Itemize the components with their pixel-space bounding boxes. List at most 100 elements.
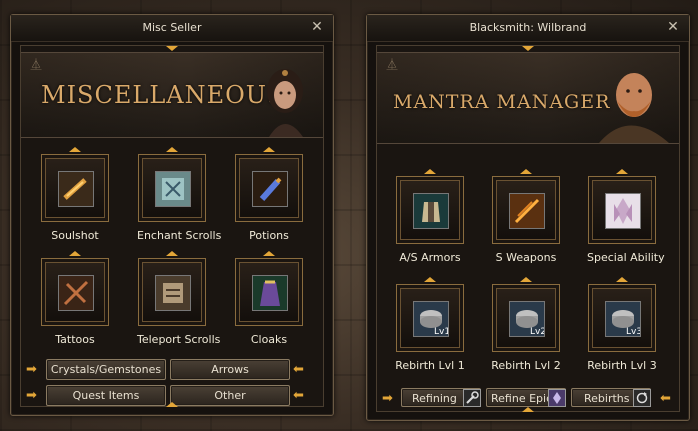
slot-cloaks: Cloaks [234, 251, 304, 346]
window-body: ⏅ MISCELLANEOUS Soulshot Enchant Scrolls… [20, 45, 324, 407]
misc-seller-window: Misc Seller ✕ ⏅ MISCELLANEOUS Soulshot E… [10, 14, 334, 416]
slot-rebirth-lvl1: Lv1 Rebirth Lvl 1 [395, 277, 465, 372]
banner-title: MANTRA MANAGER [393, 91, 611, 113]
slot-rebirth-lvl2: Lv2 Rebirth Lvl 2 [491, 277, 561, 372]
level-badge: Lv2 [530, 327, 544, 336]
slot-label: Cloaks [250, 333, 288, 346]
slot-potions: Potions [234, 147, 304, 242]
arrow-up-icon [263, 147, 275, 152]
slot-button[interactable]: Lv2 [492, 284, 560, 352]
slot-button[interactable] [138, 258, 206, 326]
window-title-text: Blacksmith: Wilbrand [469, 21, 587, 34]
refine-epic-button[interactable]: Refine Epic [486, 388, 566, 407]
slot-label: A/S Armors [399, 251, 461, 264]
slot-button[interactable]: Lv3 [588, 284, 656, 352]
pin-icon[interactable]: ⏅ [29, 57, 43, 73]
enchant-scroll-icon [155, 171, 191, 207]
arrow-up-icon [616, 277, 628, 282]
arrow-up-icon [522, 407, 534, 412]
arrow-left-icon: ⬅ [293, 362, 304, 377]
slot-s-weapons: S Weapons [491, 169, 561, 264]
potion-icon [252, 171, 288, 207]
arrow-up-icon [166, 402, 178, 407]
crystal-icon [605, 193, 641, 229]
slot-label: Special Ability [587, 251, 665, 264]
armor-icon [413, 193, 449, 229]
slot-button[interactable] [588, 176, 656, 244]
slot-button[interactable] [41, 258, 109, 326]
slot-label: Potions [249, 229, 289, 242]
wrench-icon [463, 389, 481, 407]
slot-special-ability: Special Ability [587, 169, 665, 264]
blacksmith-window: Blacksmith: Wilbrand ✕ ⏅ MANTRA MANAGER … [366, 14, 690, 421]
cloak-icon [252, 275, 288, 311]
arrow-down-icon [522, 46, 534, 51]
slot-as-armors: A/S Armors [395, 169, 465, 264]
refresh-icon [633, 389, 651, 407]
rebirths-button[interactable]: Rebirths [571, 388, 651, 407]
slot-button[interactable] [235, 258, 303, 326]
slot-button[interactable] [396, 176, 464, 244]
arrows-button[interactable]: Arrows [170, 359, 290, 380]
arrow-right-icon: ➡ [26, 388, 37, 403]
close-button[interactable]: ✕ [309, 19, 325, 35]
slot-button[interactable] [138, 154, 206, 222]
arrow-up-icon [616, 169, 628, 174]
refine-epic-label: Refine Epic [491, 392, 553, 405]
other-button[interactable]: Other [170, 385, 290, 406]
soulshot-icon [58, 171, 94, 207]
banner: ⏅ MANTRA MANAGER [377, 52, 679, 144]
slot-button[interactable] [235, 154, 303, 222]
crystals-gemstones-button[interactable]: Crystals/Gemstones [46, 359, 166, 380]
slot-button[interactable] [492, 176, 560, 244]
slot-button[interactable]: Lv1 [396, 284, 464, 352]
slot-label: Tattoos [55, 333, 95, 346]
arrow-left-icon: ⬅ [660, 391, 671, 406]
arrow-up-icon [424, 277, 436, 282]
arrow-up-icon [69, 251, 81, 256]
slot-teleport-scrolls: Teleport Scrolls [137, 251, 220, 346]
slot-label: S Weapons [495, 251, 557, 264]
arrow-up-icon [69, 147, 81, 152]
window-title: Blacksmith: Wilbrand ✕ [367, 15, 689, 42]
slot-soulshot: Soulshot [40, 147, 110, 242]
arrow-up-icon [166, 251, 178, 256]
arrow-up-icon [424, 169, 436, 174]
slot-enchant-scrolls: Enchant Scrolls [137, 147, 222, 242]
teleport-scroll-icon [155, 275, 191, 311]
level-badge: Lv3 [626, 327, 640, 336]
arrow-up-icon [166, 147, 178, 152]
crystal-icon [548, 389, 566, 407]
blacksmith-portrait-image [599, 73, 669, 143]
slot-tattoos: Tattoos [40, 251, 110, 346]
rebirth-lvl3-icon: Lv3 [605, 301, 642, 337]
slot-label: Enchant Scrolls [137, 229, 222, 242]
arrow-left-icon: ⬅ [293, 388, 304, 403]
slot-label: Soulshot [51, 229, 99, 242]
window-body: ⏅ MANTRA MANAGER A/S Armors S Weapons Sp… [376, 45, 680, 412]
quest-items-button[interactable]: Quest Items [46, 385, 166, 406]
banner: ⏅ MISCELLANEOUS [21, 52, 323, 138]
window-title-text: Misc Seller [142, 21, 202, 34]
slot-button[interactable] [41, 154, 109, 222]
window-title: Misc Seller ✕ [11, 15, 333, 42]
weapon-icon [509, 193, 545, 229]
pin-icon[interactable]: ⏅ [385, 57, 399, 73]
arrow-right-icon: ➡ [26, 362, 37, 377]
slot-rebirth-lvl3: Lv3 Rebirth Lvl 3 [587, 277, 657, 372]
rebirth-lvl1-icon: Lv1 [413, 301, 450, 337]
arrow-up-icon [263, 251, 275, 256]
rebirth-lvl2-icon: Lv2 [509, 301, 546, 337]
rebirths-label: Rebirths [584, 392, 630, 405]
refining-label: Refining [412, 392, 457, 405]
slot-label: Rebirth Lvl 2 [491, 359, 561, 372]
arrow-down-icon [166, 46, 178, 51]
refining-button[interactable]: Refining [401, 388, 481, 407]
arrow-right-icon: ➡ [382, 391, 393, 406]
level-badge: Lv1 [434, 327, 448, 336]
arrow-up-icon [520, 169, 532, 174]
slot-label: Rebirth Lvl 3 [587, 359, 657, 372]
close-button[interactable]: ✕ [665, 19, 681, 35]
arrow-up-icon [520, 277, 532, 282]
slot-label: Rebirth Lvl 1 [395, 359, 465, 372]
